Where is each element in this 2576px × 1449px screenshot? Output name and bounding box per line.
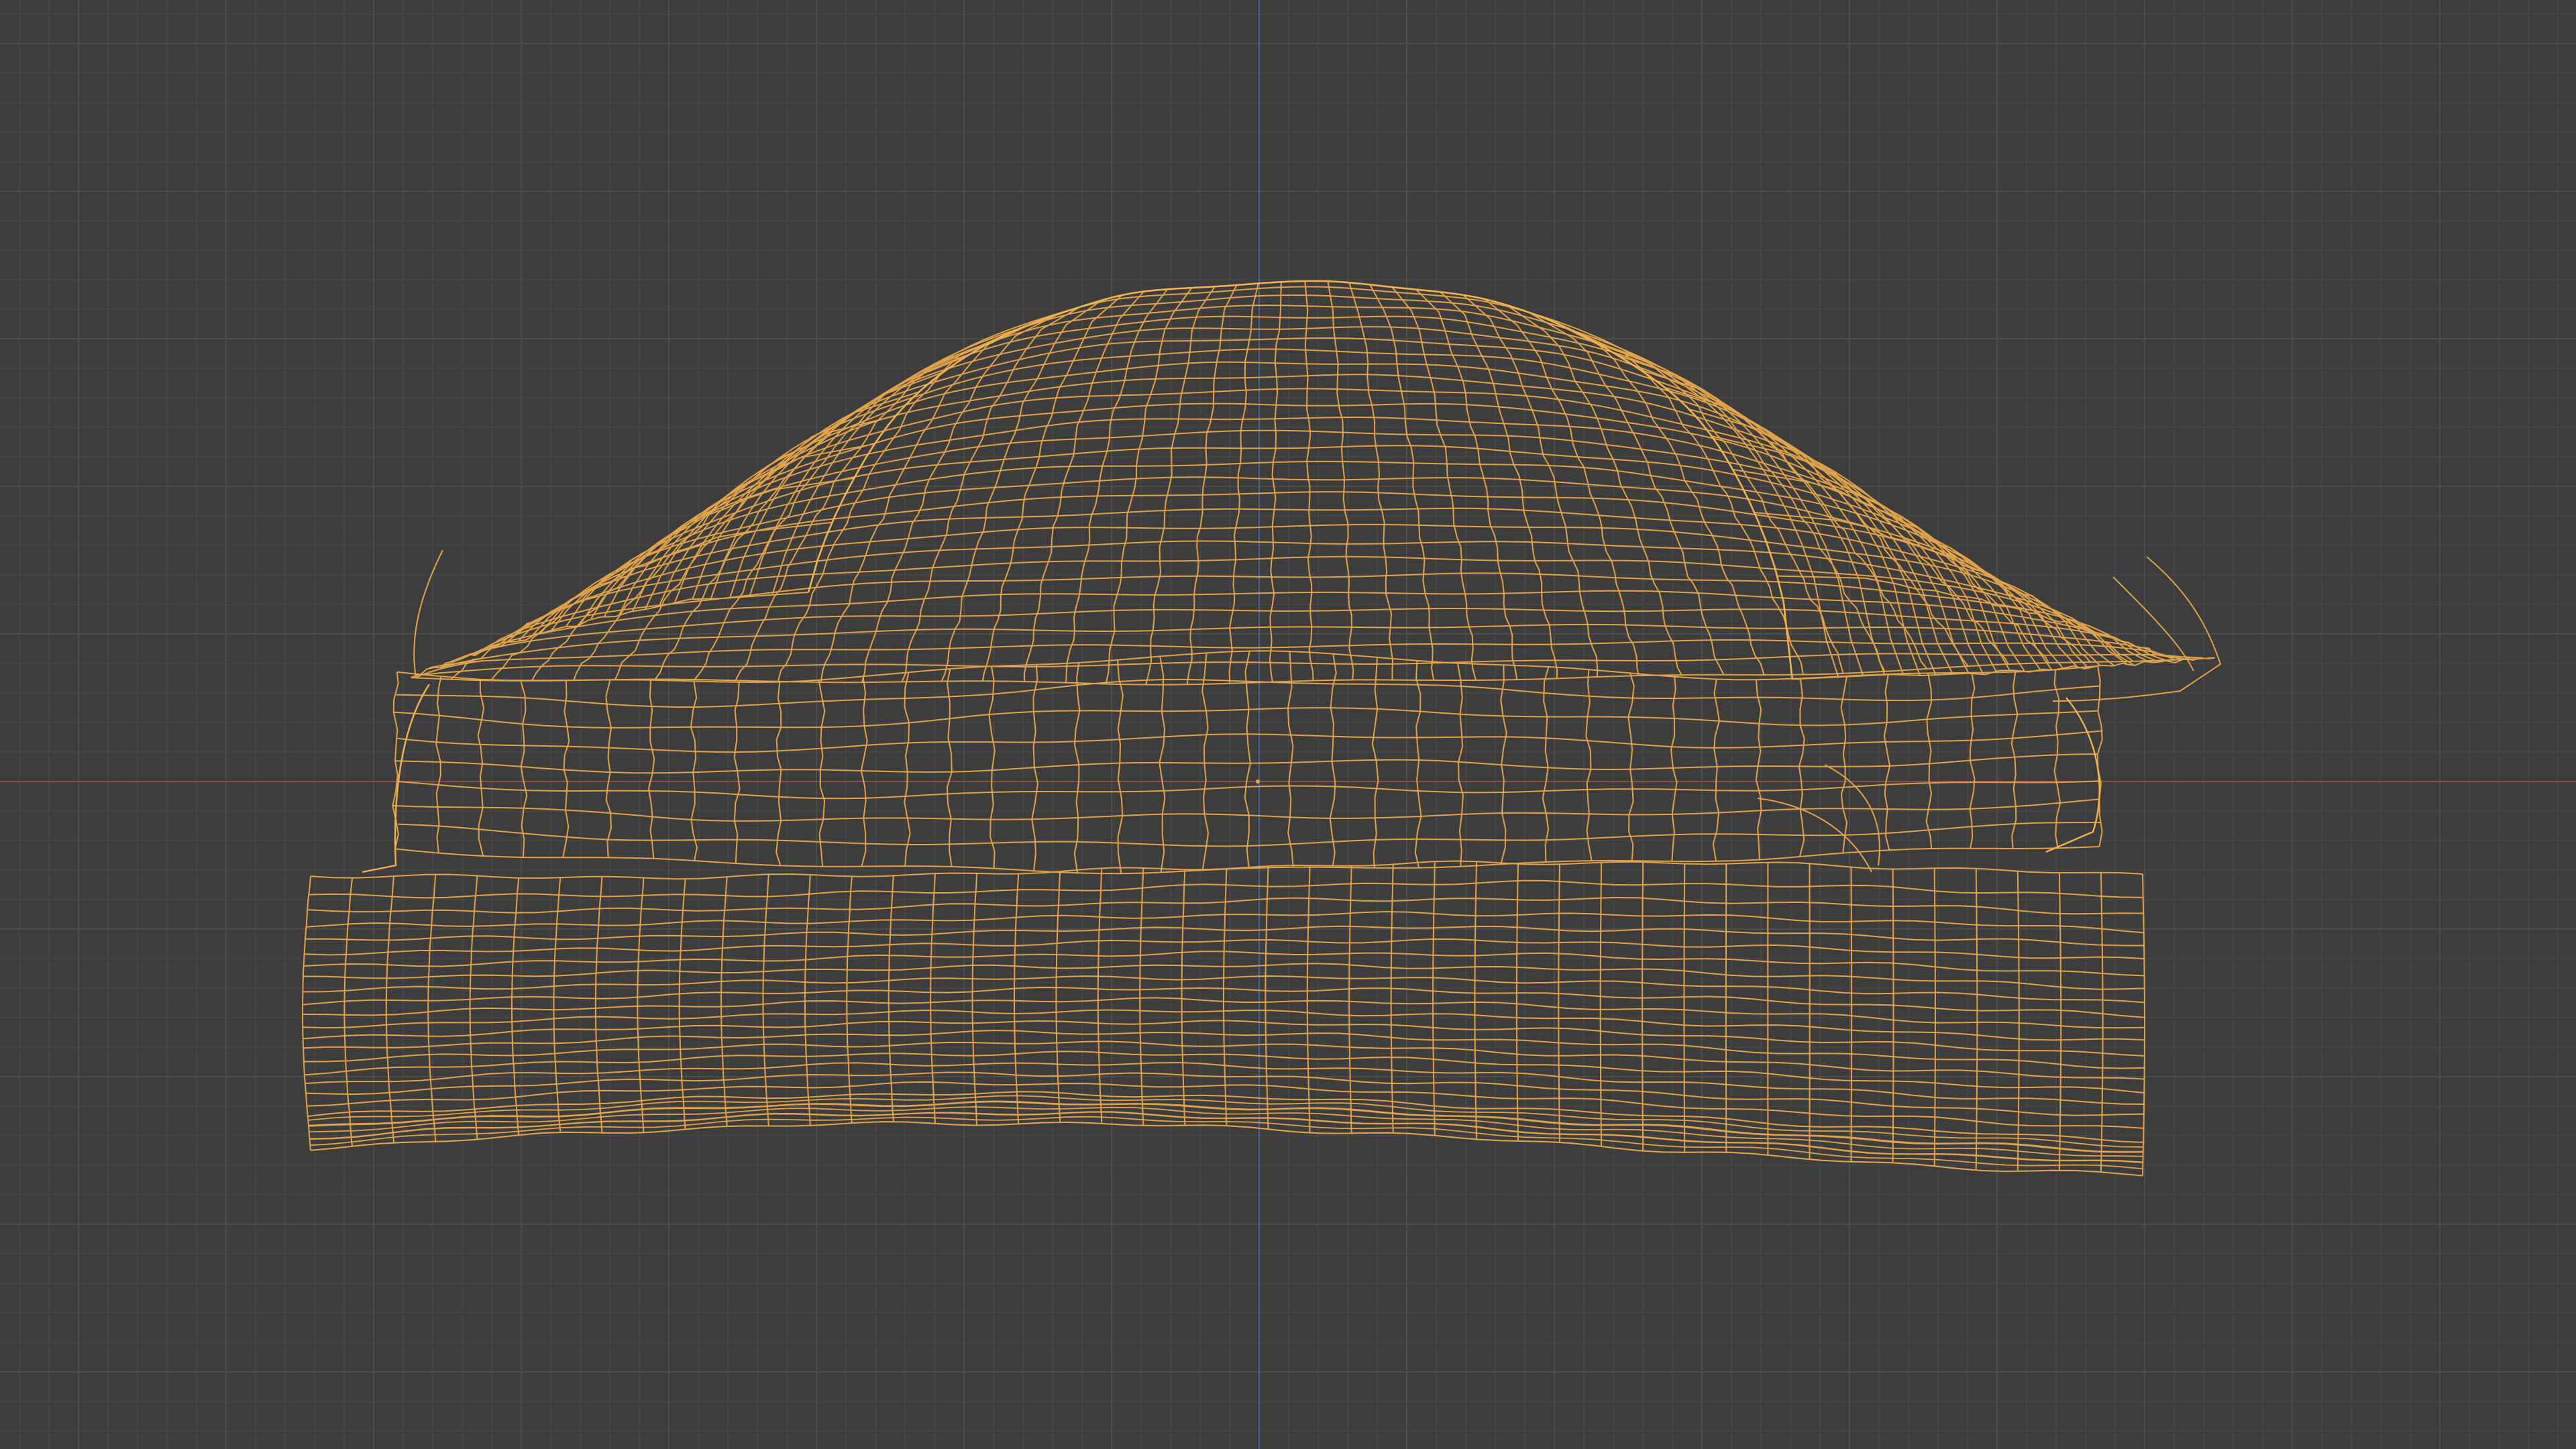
wire-edge [947, 668, 953, 867]
wire-edge [720, 877, 728, 1126]
wire-edge [1474, 861, 1477, 1140]
wire-edge [2053, 669, 2061, 849]
wire-edge [450, 521, 833, 680]
wire-edge [775, 682, 782, 866]
wire-edge [2010, 672, 2019, 849]
wire-edge [1892, 869, 1894, 1163]
burger-wireframe-mesh[interactable] [302, 280, 2221, 1177]
wire-edge [1840, 676, 1848, 853]
wire-edge [1117, 659, 1124, 874]
wire-edge [1348, 282, 1394, 680]
wire-edge [594, 876, 603, 1133]
wire-edge [1391, 286, 1477, 681]
wire-edge [1627, 673, 1635, 861]
wire-edge [1348, 865, 1352, 1134]
wire-edge [1265, 866, 1269, 1130]
wire-outline [2045, 697, 2100, 853]
wire-edge [1585, 669, 1593, 861]
wire-edge [692, 326, 1921, 676]
wire-edge [1484, 299, 1640, 676]
wire-edge [637, 877, 645, 1133]
wire-edge [971, 873, 978, 1126]
wire-edge [385, 876, 395, 1143]
wire-edge [1515, 863, 1519, 1141]
wire-edge [2017, 871, 2020, 1172]
wire-edge [1432, 861, 1436, 1136]
wire-edge [310, 1121, 2143, 1177]
wire-edge [1244, 651, 1251, 869]
wire-edge [605, 680, 612, 858]
wire-edge [1558, 864, 1560, 1142]
wire-edge [1097, 868, 1103, 1124]
wire-edge [1014, 873, 1020, 1124]
wire-edge [562, 680, 570, 858]
wire-edge [553, 877, 561, 1133]
viewport-canvas[interactable] [0, 0, 2576, 1449]
wire-edge [1327, 281, 1354, 680]
wire-edge [1975, 868, 1978, 1171]
wire-edge [733, 682, 741, 864]
wire-edge [818, 680, 826, 867]
wire-edge [2100, 872, 2104, 1173]
wire-edge [1201, 653, 1210, 871]
wire-edge [678, 879, 686, 1130]
wire-edge [1159, 656, 1166, 873]
wire-edge [395, 753, 2098, 774]
wire-edge [1542, 666, 1550, 863]
wire-edge [1304, 280, 1314, 681]
wire-edge [1850, 867, 1853, 1162]
wire-edge [1369, 284, 1435, 681]
wire-edge [1306, 865, 1311, 1133]
wire-edge [1414, 660, 1422, 868]
wire-edge [1223, 868, 1228, 1126]
wire-edge [427, 874, 437, 1142]
wire-edge [1055, 871, 1061, 1122]
wire-edge [729, 305, 1886, 676]
wire-edge [1269, 282, 1282, 682]
top-bun-wireframe[interactable] [411, 280, 2221, 702]
wire-edge [1683, 863, 1686, 1152]
wire-edge [1440, 291, 1558, 679]
wire-edge [413, 549, 484, 678]
wire-edge [1529, 312, 1725, 676]
wire-edge [310, 1121, 2143, 1177]
wire-edge [302, 876, 311, 1150]
3d-viewport[interactable] [0, 0, 2576, 1449]
wire-edge [690, 681, 698, 861]
wire-edge [888, 875, 894, 1122]
wire-edge [1228, 283, 1259, 684]
wire-edge [762, 874, 769, 1126]
wire-edge [1145, 286, 1216, 685]
wire-edge [1642, 862, 1644, 1151]
bottom-bun-wireframe[interactable] [302, 860, 2145, 1177]
wire-edge [1456, 663, 1464, 867]
wire-edge [1798, 678, 1805, 857]
wire-edge [397, 730, 2103, 753]
object-origin-icon[interactable] [1256, 780, 1260, 784]
